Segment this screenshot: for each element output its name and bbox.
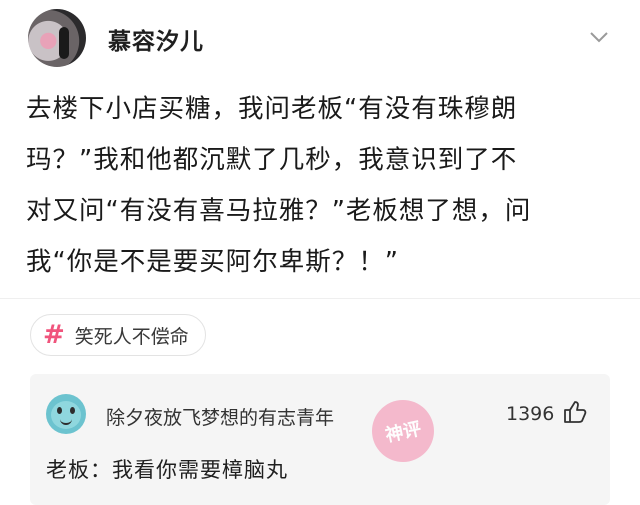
thumbs-up-icon[interactable] [562,399,588,425]
post-line: 玛？”我和他都沉默了几秒，我意识到了不 [26,145,518,175]
chevron-down-icon[interactable] [588,26,610,48]
comment-text: 老板：我看你需要樟脑丸 [46,458,288,482]
topic-tag[interactable]: # 笑死人不偿命 [30,314,206,356]
top-comment[interactable]: 除夕夜放飞梦想的有志青年 1396 老板：我看你需要樟脑丸 [30,374,610,505]
commenter-avatar[interactable] [46,394,86,434]
like-count: 1396 [506,403,555,425]
divider [0,298,640,299]
author-avatar[interactable] [28,9,86,67]
post-header: 慕容汐儿 [0,0,640,78]
topic-label: 笑死人不偿命 [74,325,189,348]
post-text: 去楼下小店买糖，我问老板“有没有珠穆朗 玛？”我和他都沉默了几秒，我意识到了不 … [26,84,626,288]
post-line: 对又问“有没有喜马拉雅？”老板想了想，问 [26,196,532,226]
post-line: 我“你是不是要买阿尔卑斯？！” [26,247,399,277]
author-name[interactable]: 慕容汐儿 [108,22,204,56]
post-body: 去楼下小店买糖，我问老板“有没有珠穆朗 玛？”我和他都沉默了几秒，我意识到了不 … [0,78,640,298]
post-line: 去楼下小店买糖，我问老板“有没有珠穆朗 [26,94,518,124]
commenter-name[interactable]: 除夕夜放飞梦想的有志青年 [106,403,334,430]
hash-icon: # [43,320,65,350]
